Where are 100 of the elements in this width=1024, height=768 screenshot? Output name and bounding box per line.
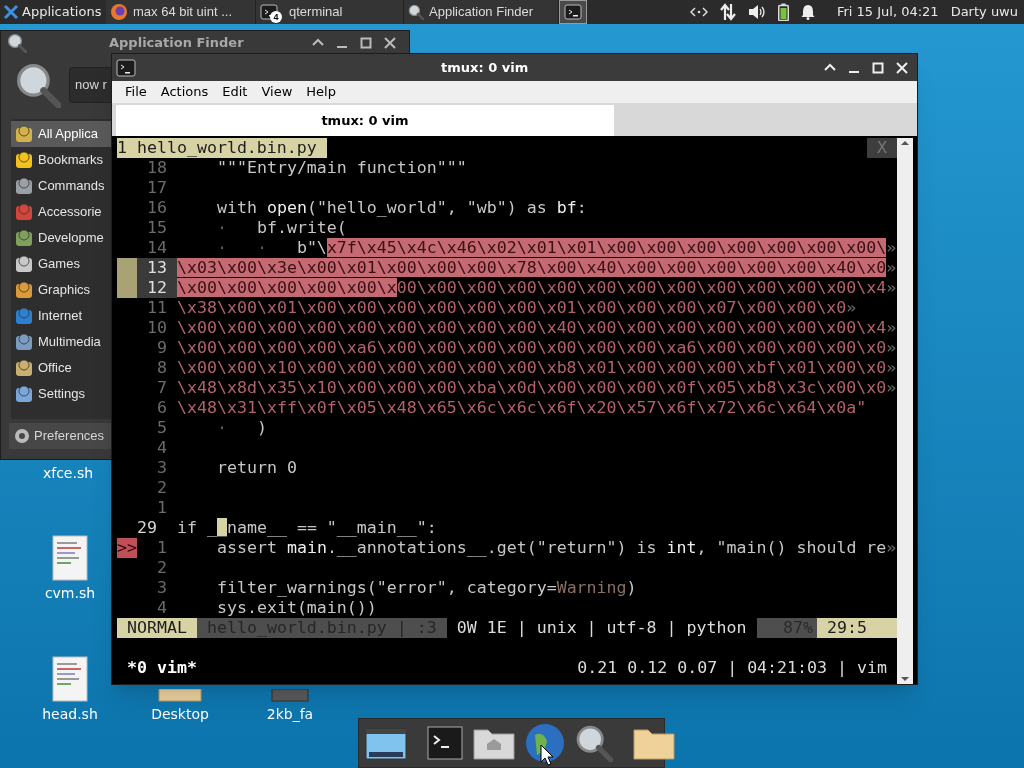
taskbar-button[interactable]: max 64 bit uint ...	[106, 0, 256, 24]
volume-icon[interactable]	[747, 4, 766, 20]
transfer-arrows-icon[interactable]	[719, 3, 736, 21]
icon-label[interactable]: Desktop	[151, 705, 209, 723]
document-icon[interactable]	[52, 535, 88, 581]
code-line: filter_warnings("error", category=Warning)	[215, 578, 637, 598]
gear-icon	[13, 427, 31, 445]
close-icon[interactable]	[383, 36, 397, 50]
battery-icon[interactable]	[777, 3, 789, 21]
bell-icon[interactable]	[800, 4, 815, 20]
search-icon	[15, 62, 61, 108]
menu-item[interactable]: View	[254, 81, 300, 103]
sign-marker: >>	[117, 538, 137, 558]
status-label: NORMAL	[117, 618, 197, 638]
icon-label[interactable]: xfce.sh	[42, 464, 94, 482]
count-badge: 4	[270, 11, 282, 23]
window-title: tmux: 0 vim	[441, 58, 529, 77]
code-line: · bf.write(	[215, 218, 347, 238]
line-number: 14	[146, 238, 168, 258]
buffer-tab[interactable]: 1 hello_world.bin.py	[117, 138, 327, 158]
menu-item[interactable]: File	[118, 81, 154, 103]
maximize-icon[interactable]	[871, 60, 885, 75]
folder-icon[interactable]	[633, 726, 675, 760]
scroll-down-icon[interactable]	[900, 674, 910, 684]
maximize-icon[interactable]	[359, 36, 373, 50]
scrollbar[interactable]	[897, 138, 913, 684]
icon-label[interactable]: head.sh	[42, 705, 98, 723]
code-line: \x03\x00\x3e\x00\x01\x00\x00\x00\x78\x00\x40\x00\x00\x00\x00\x00\x40\x0»	[177, 258, 897, 278]
terminal-icon	[260, 3, 278, 21]
code-line: with open("hello_world", "wb") as bf:	[215, 198, 587, 218]
pointer-icon	[540, 744, 554, 766]
home-folder-icon[interactable]	[473, 726, 515, 760]
icon-label[interactable]: 2kb_fa	[266, 705, 314, 723]
search-field[interactable]: now r	[69, 67, 113, 103]
category-item[interactable]: Commands	[11, 173, 111, 199]
line-number: 7	[156, 378, 168, 398]
line-number: 6	[156, 398, 168, 418]
category-item[interactable]: Games	[11, 251, 111, 277]
category-item[interactable]: Bookmarks	[11, 147, 111, 173]
category-item[interactable]: Graphics	[11, 277, 111, 303]
search-icon	[7, 33, 27, 53]
code-line: \x00\x00\x00\x00\x00\x00\x00\x00\x00\x40\x00\x00\x00\x00\x00\x00\x00\x4»	[177, 318, 897, 338]
icon-label[interactable]: cvm.sh	[44, 584, 96, 602]
menu-item[interactable]: Actions	[153, 81, 216, 103]
line-number: 4	[156, 598, 168, 618]
category-item[interactable]: All Applica	[11, 121, 111, 147]
terminal-icon	[564, 3, 582, 21]
line-number: 4	[156, 438, 168, 458]
tmux-window-label: *0 vim*	[127, 658, 197, 678]
line-number: 9	[156, 338, 168, 358]
tmux-status-text: 0.21 0.12 0.07 | 04:21:03 | vim	[577, 658, 887, 678]
preferences-button[interactable]: Preferences	[9, 423, 111, 449]
category-item[interactable]: Accessorie	[11, 199, 111, 225]
line-number: 2	[156, 558, 168, 578]
line-number: 29	[137, 518, 158, 538]
code-line: return 0	[215, 458, 297, 478]
window-icon[interactable]	[365, 726, 407, 760]
category-item[interactable]: Multimedia	[11, 329, 111, 355]
terminal-icon[interactable]	[427, 726, 463, 760]
clock[interactable]: Fri 15 Jul, 04:21	[836, 2, 939, 22]
line-number: 3	[156, 578, 168, 598]
line-number: 2	[156, 478, 168, 498]
code-line: · )	[215, 418, 267, 438]
taskbar-button[interactable]	[559, 0, 587, 24]
network-icon[interactable]	[689, 5, 708, 19]
line-number: 12	[146, 278, 168, 298]
code-line: assert main.__annotations__.get("return") is int, "main() should re»	[215, 538, 897, 558]
terminal-icon	[116, 57, 136, 78]
menu-item[interactable]: Help	[299, 81, 343, 103]
line-number: 16	[146, 198, 168, 218]
category-item[interactable]: Developme	[11, 225, 111, 251]
taskbar-button[interactable]: 4 qterminal	[256, 0, 404, 24]
line-number: 8	[156, 358, 168, 378]
line-number: 10	[146, 318, 168, 338]
search-icon[interactable]	[575, 724, 613, 762]
menu-item[interactable]: Edit	[215, 81, 255, 103]
tab[interactable]: tmux: 0 vim	[116, 105, 614, 136]
x-logo-icon	[3, 4, 19, 20]
document-icon[interactable]	[52, 656, 88, 702]
applications-menu[interactable]: Applications	[0, 0, 106, 24]
code-line: \x48\x8d\x35\x10\x00\x00\x00\xba\x0d\x00\x00\x00\x0f\x05\xb8\x3c\x00\x0»	[177, 378, 897, 398]
category-item[interactable]: Internet	[11, 303, 111, 329]
search-icon	[408, 4, 424, 20]
status-label: 0W 1E | unix | utf-8 | python	[455, 618, 748, 638]
line-number: 15	[146, 218, 168, 238]
line-number: 13	[146, 258, 168, 278]
code-line: \x48\x31\xff\x0f\x05\x48\x65\x6c\x6c\x6f\x20\x57\x6f\x72\x6c\x64\x0a"	[177, 398, 867, 418]
taskbar-button[interactable]: Application Finder	[404, 0, 559, 24]
code-line: \x00\x00\x00\x00\xa6\x00\x00\x00\x00\x00\x00\x00\xa6\x00\x00\x00\x00\x0»	[177, 338, 897, 358]
scroll-up-icon[interactable]	[900, 138, 910, 148]
line-number: 17	[146, 178, 168, 198]
line-number: 3	[156, 458, 168, 478]
status-label: 29:5	[817, 618, 897, 638]
code-line: \x38\x00\x01\x00\x00\x00\x00\x00\x00\x01\x00\x00\x00\x07\x00\x00\x0»	[177, 298, 857, 318]
category-item[interactable]: Settings	[11, 381, 111, 407]
line-number: 1	[156, 538, 168, 558]
code-line: \x00\x00\x10\x00\x00\x00\x00\x00\x00\xb8\x01\x00\x00\x00\xbf\x01\x00\x0»	[177, 358, 897, 378]
user-name[interactable]: Darty uwu	[950, 2, 1018, 22]
code-line: sys.exit(main())	[215, 598, 377, 618]
category-item[interactable]: Office	[11, 355, 111, 381]
